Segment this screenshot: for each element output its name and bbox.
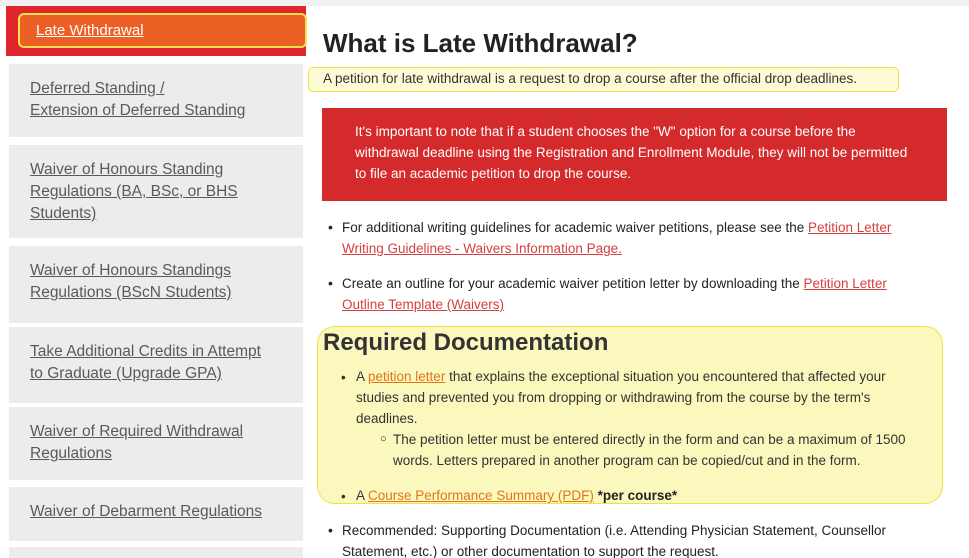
sidebar-item-label: Regulations — [30, 445, 112, 462]
sidebar-item-additional-credits[interactable]: Take Additional Credits in Attempt to Gr… — [9, 327, 303, 403]
per-course-note: *per course* — [593, 488, 678, 503]
bullet-text: A — [356, 369, 369, 384]
bullet-text: studies and prevented you from dropping … — [356, 390, 871, 405]
sub-bullet-icon: ○ — [380, 433, 387, 445]
bullet-text: that explains the exceptional situation … — [445, 369, 886, 384]
bullet-icon: • — [341, 370, 346, 385]
page-title: What is Late Withdrawal? — [323, 28, 638, 58]
bullet-text: A — [356, 488, 369, 503]
bullet-text: Statement, etc.) or other documentation … — [342, 544, 719, 558]
sidebar-item-label: Waiver of Honours Standings — [30, 262, 232, 279]
list-item: A Course Performance Summary (PDF) *per … — [356, 485, 936, 506]
sidebar-item-deferred-standing[interactable]: Deferred Standing / Extension of Deferre… — [9, 64, 303, 137]
sidebar-item-label: Deferred Standing / — [30, 80, 165, 97]
course-performance-summary-link[interactable]: Course Performance Summary (PDF) — [368, 488, 594, 503]
petition-letter-guidelines-link[interactable]: Petition Letter — [808, 220, 891, 235]
bullet-text: Create an outline for your academic waiv… — [342, 276, 804, 291]
list-item: A petition letter that explains the exce… — [356, 366, 936, 429]
petition-letter-guidelines-link-cont[interactable]: Writing Guidelines - Waivers Information… — [342, 241, 622, 256]
sidebar-item-label: Regulations (BScN Students) — [30, 284, 232, 301]
bullet-text: words. Letters prepared in another progr… — [393, 453, 861, 468]
list-item: The petition letter must be entered dire… — [393, 429, 953, 471]
outline-template-link-cont[interactable]: Outline Template (Waivers) — [342, 297, 504, 312]
sidebar-nav: Late Withdrawal Deferred Standing / Exte… — [0, 6, 307, 558]
bullet-text: For additional writing guidelines for ac… — [342, 220, 809, 235]
list-item: • Create an outline for your academic wa… — [328, 273, 948, 317]
sidebar-item-waiver-honours-standings-bscn[interactable]: Waiver of Honours Standings Regulations … — [9, 246, 303, 323]
sidebar-item-label: Take Additional Credits in Attempt — [30, 343, 261, 360]
intro-highlight: A petition for late withdrawal is a requ… — [308, 67, 899, 92]
bullet-text: Recommended: Supporting Documentation (i… — [342, 523, 887, 538]
sidebar-item-label: Extension of Deferred Standing — [30, 102, 246, 119]
main-content: What is Late Withdrawal? A petition for … — [306, 6, 969, 558]
sidebar-item-late-withdrawal[interactable]: Late Withdrawal — [18, 13, 307, 48]
bullet-icon: • — [328, 219, 333, 235]
sidebar-item-waiver-honours-standing[interactable]: Waiver of Honours Standing Regulations (… — [9, 145, 303, 238]
sidebar-item-debarment[interactable]: Waiver of Debarment Regulations — [9, 487, 303, 541]
sidebar-item-label: Waiver of Honours Standing — [30, 161, 224, 178]
outline-template-link[interactable]: Petition Letter — [804, 276, 887, 291]
bullet-icon: • — [328, 275, 333, 291]
list-item: • Recommended: Supporting Documentation … — [328, 520, 948, 558]
sidebar-item-label: Waiver of Required Withdrawal — [30, 423, 244, 440]
sidebar-item-partial[interactable] — [9, 547, 303, 558]
bullet-icon: • — [328, 522, 333, 538]
sidebar-item-label: Regulations (BA, BSc, or BHS — [30, 183, 238, 200]
bullet-text: deadlines. — [356, 411, 418, 426]
sidebar-item-label: to Graduate (Upgrade GPA) — [30, 365, 222, 382]
warning-alert: It's important to note that if a student… — [322, 108, 947, 201]
sidebar-item-required-withdrawal[interactable]: Waiver of Required Withdrawal Regulation… — [9, 407, 303, 480]
sidebar-item-label: Waiver of Debarment Regulations — [30, 503, 263, 520]
list-item: • For additional writing guidelines for … — [328, 217, 948, 261]
bullet-text: The petition letter must be entered dire… — [393, 432, 906, 447]
sidebar-active-container: Late Withdrawal — [6, 6, 307, 56]
required-documentation-heading: Required Documentation — [323, 329, 609, 356]
sidebar-item-label: Students) — [30, 205, 97, 222]
bullet-icon: • — [341, 489, 346, 504]
petition-letter-link[interactable]: petition letter — [368, 369, 445, 384]
